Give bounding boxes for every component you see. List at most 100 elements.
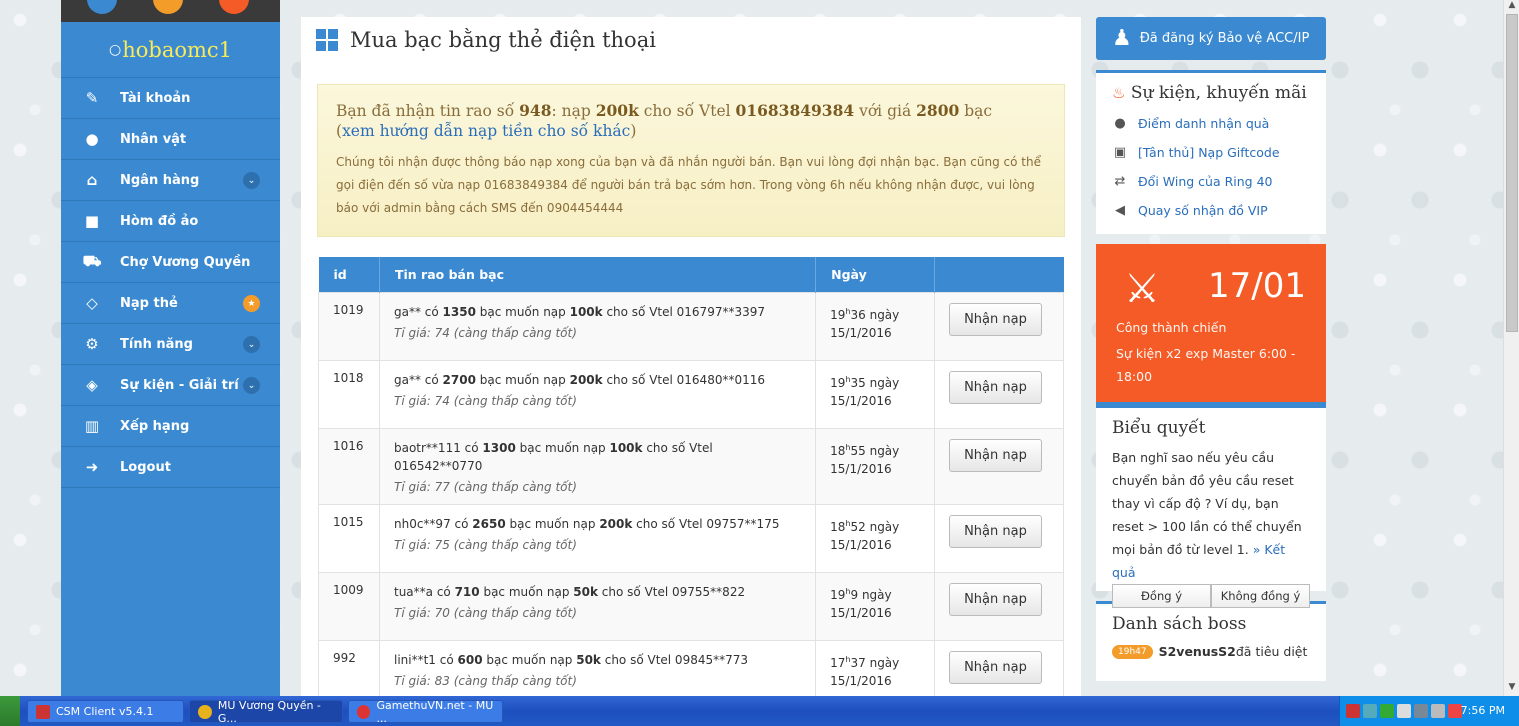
taskbar-item-csm-client[interactable]: CSM Client v5.4.1 bbox=[27, 700, 184, 723]
main-panel: Mua bạc bằng thẻ điện thoại Bạn đã nhận … bbox=[301, 17, 1081, 696]
row-offer: baotr**111 có 1300 bạc muốn nạp 100k cho… bbox=[378, 427, 817, 505]
row-date: 18h55 ngày 15/1/2016 bbox=[815, 427, 936, 505]
chrome-icon bbox=[198, 704, 212, 719]
accept-topup-button[interactable]: Nhận nạp bbox=[949, 582, 1042, 616]
notice-phone: 01683849384 bbox=[735, 101, 855, 120]
row-offer: ga** có 1350 bạc muốn nạp 100k cho số Vt… bbox=[378, 291, 817, 361]
sidebar-item-market[interactable]: ⛟ Chợ Vương Quyền bbox=[61, 242, 280, 283]
tray-icon[interactable] bbox=[1414, 704, 1428, 718]
spy-icon: ♟ bbox=[1112, 26, 1132, 51]
taskbar-item-gamethuvn[interactable]: GamethuVN.net - MU ... bbox=[348, 699, 503, 725]
topup-guide-link[interactable]: xem hướng dẫn nạp tiền cho số khác bbox=[342, 122, 630, 140]
bank-icon: ⌂ bbox=[86, 171, 98, 189]
time-badge: 19h47 bbox=[1112, 644, 1153, 659]
tray-icon[interactable] bbox=[1346, 704, 1360, 718]
vertical-scrollbar[interactable]: ▲ ▼ bbox=[1503, 0, 1519, 696]
row-id: 1009 bbox=[318, 571, 380, 641]
notice-text: với giá bbox=[854, 102, 917, 120]
sidebar-item-label: Ngân hàng bbox=[120, 172, 200, 188]
column-header-id: id bbox=[318, 257, 380, 292]
row-rate: Tỉ giá: 75 (càng thấp càng tốt) bbox=[393, 537, 577, 552]
sidebar-item-topup[interactable]: ◇ Nạp thẻ ★ bbox=[61, 283, 280, 324]
scroll-up-icon[interactable]: ▲ bbox=[1504, 0, 1519, 14]
sidebar-item-account[interactable]: ✎ Tài khoản bbox=[61, 78, 280, 119]
notice-text: Bạn đã nhận tin rao số bbox=[336, 102, 520, 120]
notice-text: cho số Vtel bbox=[638, 102, 736, 120]
poll-options: Đồng ý Không đồng ý bbox=[1112, 584, 1310, 608]
events-panel: ♨ Sự kiện, khuyến mãi ● Điểm danh nhận qu… bbox=[1096, 70, 1326, 234]
fire-icon: ♨ bbox=[1112, 84, 1126, 102]
tray-icon[interactable] bbox=[1380, 704, 1394, 718]
system-tray: 7:56 PM bbox=[1339, 696, 1519, 726]
taskbar-item-chrome[interactable]: MU Vương Quyền - G... bbox=[189, 698, 343, 725]
taskbar-item-label: MU Vương Quyền - G... bbox=[217, 698, 321, 725]
accept-topup-button[interactable]: Nhận nạp bbox=[949, 650, 1042, 684]
chevron-down-icon[interactable]: ⌄ bbox=[243, 336, 260, 353]
bar-chart-icon: ▥ bbox=[84, 417, 100, 435]
events-title-text: Sự kiện, khuyến mãi bbox=[1130, 83, 1307, 103]
sidebar-item-logout[interactable]: ➜ Logout bbox=[61, 447, 280, 488]
sidebar-item-ranking[interactable]: ▥ Xếp hạng bbox=[61, 406, 280, 447]
scroll-down-icon[interactable]: ▼ bbox=[1504, 682, 1519, 696]
row-action: Nhận nạp bbox=[934, 291, 1064, 361]
row-offer: ga** có 2700 bạc muốn nạp 200k cho số Vt… bbox=[378, 359, 817, 429]
tray-icon[interactable] bbox=[1431, 704, 1445, 718]
accept-topup-button[interactable]: Nhận nạp bbox=[949, 302, 1042, 336]
username-link[interactable]: ○ hobaomc1 bbox=[61, 22, 280, 78]
chevron-down-icon[interactable]: ⌄ bbox=[243, 377, 260, 394]
notice-text: : nạp bbox=[551, 102, 596, 120]
chevron-down-icon[interactable]: ⌄ bbox=[243, 172, 260, 189]
row-action: Nhận nạp bbox=[934, 427, 1064, 505]
event-card[interactable]: ⚔ 17/01 Công thành chiến Sự kiện x2 exp … bbox=[1096, 244, 1326, 405]
sidebar-item-virtual-chest[interactable]: ■ Hòm đồ ảo bbox=[61, 201, 280, 242]
event-link-wing-exchange[interactable]: ⇄ Đổi Wing của Ring 40 bbox=[1112, 167, 1310, 196]
social-icon-red[interactable] bbox=[219, 0, 249, 14]
start-button[interactable] bbox=[0, 696, 20, 726]
sidebar-item-features[interactable]: ⚙ Tính năng ⌄ bbox=[61, 324, 280, 365]
event-label: Điểm danh nhận quà bbox=[1138, 116, 1270, 131]
sidebar-item-character[interactable]: ● Nhân vật bbox=[61, 119, 280, 160]
poll-agree-button[interactable]: Đồng ý bbox=[1112, 584, 1211, 608]
accept-topup-button[interactable]: Nhận nạp bbox=[949, 370, 1042, 404]
page-header: Mua bạc bằng thẻ điện thoại bbox=[301, 17, 1081, 63]
sidebar-item-label: Hòm đồ ảo bbox=[120, 213, 199, 229]
cogs-icon: ⚙ bbox=[85, 335, 99, 353]
accept-topup-button[interactable]: Nhận nạp bbox=[949, 438, 1042, 472]
scroll-thumb[interactable] bbox=[1506, 14, 1518, 332]
row-offer: tua**a có 710 bạc muốn nạp 50k cho số Vt… bbox=[378, 571, 817, 641]
row-rate: Tỉ giá: 70 (càng thấp càng tốt) bbox=[393, 605, 577, 620]
poll-disagree-button[interactable]: Không đồng ý bbox=[1211, 584, 1310, 608]
tray-icon[interactable] bbox=[1363, 704, 1377, 718]
social-icon-blue[interactable] bbox=[87, 0, 117, 14]
poll-title: Biểu quyết bbox=[1112, 418, 1206, 438]
column-header-date: Ngày bbox=[815, 257, 936, 292]
event-label: Đổi Wing của Ring 40 bbox=[1138, 174, 1273, 189]
row-date: 19h9 ngày 15/1/2016 bbox=[815, 571, 936, 641]
app-icon bbox=[36, 704, 50, 719]
event-link-giftcode[interactable]: ▣ [Tân thủ] Nạp Giftcode bbox=[1112, 138, 1310, 167]
notice-amount: 200k bbox=[595, 101, 639, 120]
row-rate: Tỉ giá: 83 (càng thấp càng tốt) bbox=[393, 673, 577, 688]
knight-icon: ⚔ bbox=[1124, 266, 1160, 312]
taskbar-item-label: CSM Client v5.4.1 bbox=[56, 705, 154, 718]
account-protection-button[interactable]: ♟ Đã đăng ký Bảo vệ ACC/IP bbox=[1096, 17, 1326, 60]
event-description: Sự kiện x2 exp Master 6:00 - 18:00 bbox=[1116, 346, 1296, 384]
row-action: Nhận nạp bbox=[934, 503, 1064, 573]
sidebar-item-label: Xếp hạng bbox=[120, 418, 190, 434]
sidebar-item-events[interactable]: ◈ Sự kiện - Giải trí ⌄ bbox=[61, 365, 280, 406]
event-link-checkin[interactable]: ● Điểm danh nhận quà bbox=[1112, 109, 1310, 138]
sidebar-item-bank[interactable]: ⌂ Ngân hàng ⌄ bbox=[61, 160, 280, 201]
row-rate: Tỉ giá: 74 (càng thấp càng tốt) bbox=[393, 325, 577, 340]
sidebar-item-label: Nạp thẻ bbox=[120, 295, 178, 311]
tray-icon[interactable] bbox=[1397, 704, 1411, 718]
social-icon-orange[interactable] bbox=[153, 0, 183, 14]
accept-topup-button[interactable]: Nhận nạp bbox=[949, 514, 1042, 548]
table-row: 1019 ga** có 1350 bạc muốn nạp 100k cho … bbox=[318, 291, 1064, 361]
boss-killer-name: S2venusS2 bbox=[1158, 644, 1236, 659]
column-header-offer: Tin rao bán bạc bbox=[379, 257, 817, 292]
taskbar: CSM Client v5.4.1 MU Vương Quyền - G... … bbox=[0, 696, 1519, 726]
sidebar-item-label: Chợ Vương Quyền bbox=[120, 254, 251, 270]
sidebar-item-label: Tính năng bbox=[120, 336, 193, 352]
row-id: 992 bbox=[318, 639, 380, 696]
event-link-vip-lottery[interactable]: ◀ Quay số nhận đồ VIP bbox=[1112, 196, 1310, 225]
